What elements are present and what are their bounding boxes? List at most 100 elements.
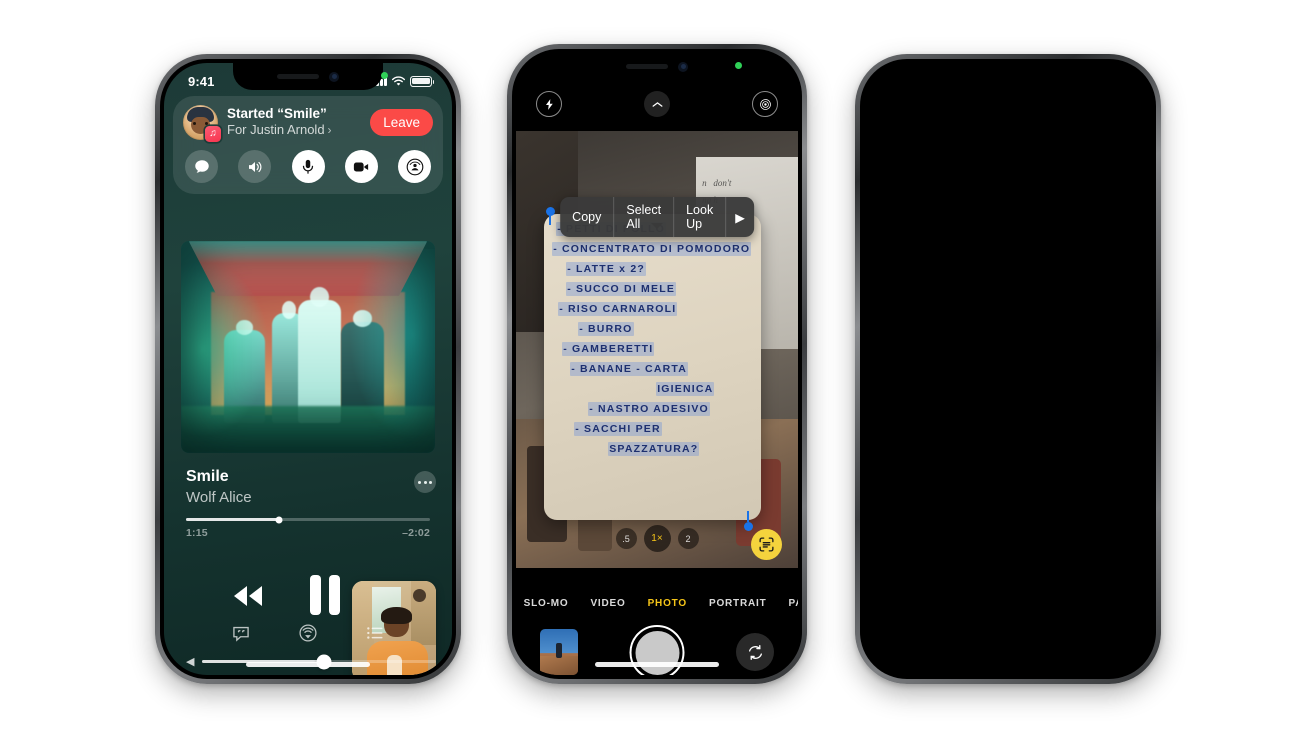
speaker-button[interactable] bbox=[238, 150, 272, 183]
more-options-button[interactable] bbox=[414, 471, 436, 493]
shareplay-button[interactable] bbox=[398, 150, 431, 183]
pause-button[interactable] bbox=[310, 575, 340, 615]
mode-portrait[interactable]: PORTRAIT bbox=[709, 598, 767, 609]
live-text-button[interactable] bbox=[751, 529, 782, 560]
facetime-screen: 9:41 ♫ Started “Smile” For Justin Arnold… bbox=[164, 63, 452, 675]
status-time: 9:41 bbox=[188, 73, 215, 89]
chevron-right-icon: › bbox=[327, 123, 332, 138]
note-line: IGIENICA bbox=[656, 382, 715, 397]
volume-low-icon: ◀ bbox=[186, 656, 195, 668]
flip-camera-button[interactable] bbox=[736, 633, 774, 671]
menu-item-copy[interactable]: Copy bbox=[560, 197, 615, 237]
note-line: SPAZZATURA? bbox=[608, 442, 700, 457]
home-indicator[interactable] bbox=[246, 662, 370, 667]
elapsed-time: 1:15 bbox=[186, 527, 208, 539]
queue-tab[interactable] bbox=[365, 623, 385, 643]
front-camera-icon bbox=[329, 71, 339, 82]
phone-lock-screen: 9:41 Monday, June 7 9:30 AM Your Morning… bbox=[855, 54, 1161, 684]
live-photo-icon bbox=[759, 98, 771, 110]
phone-body: 9:41 Monday, June 7 9:30 AM Your Morning… bbox=[860, 59, 1156, 679]
speaker-grille-icon bbox=[277, 74, 319, 79]
list-icon bbox=[366, 627, 383, 639]
shareplay-subtitle: For Justin Arnold bbox=[227, 122, 325, 138]
wifi-icon bbox=[391, 75, 406, 85]
context-menu-arrow bbox=[651, 223, 663, 229]
song-title: Smile bbox=[186, 468, 229, 485]
mode-pano[interactable]: PANO bbox=[788, 598, 798, 609]
remaining-time: –2:02 bbox=[402, 527, 430, 539]
camera-screen: n don'tng hnyon? - PETTI DI POLLO - CONC… bbox=[516, 53, 798, 675]
zoom-option-active[interactable]: 1× bbox=[643, 525, 671, 552]
now-playing-titles: Smile Wolf Alice bbox=[186, 467, 414, 508]
flash-icon bbox=[545, 98, 553, 110]
shareplay-banner[interactable]: ♫ Started “Smile” For Justin Arnold › Le… bbox=[173, 96, 443, 194]
front-camera-icon bbox=[678, 61, 688, 72]
airplay-tab[interactable] bbox=[298, 623, 318, 643]
note-line: - BANANE - CARTA bbox=[570, 362, 689, 377]
scrubber-track[interactable] bbox=[186, 516, 430, 523]
airplay-icon bbox=[299, 624, 317, 642]
flip-camera-icon bbox=[748, 644, 762, 660]
menu-item-next-arrow[interactable]: ▶ bbox=[726, 197, 754, 237]
speaker-icon bbox=[248, 161, 262, 172]
shutter-button[interactable] bbox=[629, 625, 685, 675]
mode-photo[interactable]: PHOTO bbox=[648, 598, 687, 609]
mute-button[interactable] bbox=[291, 150, 325, 183]
shareplay-title: Started “Smile” bbox=[227, 105, 327, 121]
notch bbox=[233, 63, 383, 90]
note-line: - GAMBERETTI bbox=[562, 342, 655, 357]
menu-item-look-up[interactable]: Look Up bbox=[674, 197, 727, 237]
phone-body: n don'tng hnyon? - PETTI DI POLLO - CONC… bbox=[512, 49, 802, 679]
messages-button[interactable] bbox=[185, 150, 218, 183]
shareplay-icon bbox=[406, 158, 423, 175]
battery-icon bbox=[410, 75, 435, 87]
chevron-up-icon bbox=[652, 101, 662, 107]
note-line: - CONCENTRATO DI POMODORO bbox=[552, 242, 752, 257]
recording-indicator-dot bbox=[381, 72, 388, 79]
lyrics-icon bbox=[233, 626, 250, 642]
video-camera-icon bbox=[354, 162, 369, 171]
playback-scrubber[interactable]: 1:15 –2:02 bbox=[186, 516, 430, 539]
live-photo-button[interactable] bbox=[752, 91, 778, 117]
zoom-option[interactable]: .5 bbox=[615, 528, 637, 549]
avatar: ♫ bbox=[183, 105, 221, 142]
shareplay-subtitle-row[interactable]: For Justin Arnold › bbox=[227, 122, 361, 139]
note-line: - BURRO bbox=[578, 322, 634, 337]
phone-facetime: 9:41 ♫ Started “Smile” For Justin Arnold… bbox=[155, 54, 461, 684]
photo-thumbnail-button[interactable] bbox=[540, 629, 578, 675]
note-line: - SACCHI PER bbox=[574, 422, 662, 437]
leave-button[interactable]: Leave bbox=[370, 109, 433, 136]
artist-name: Wolf Alice bbox=[186, 489, 252, 506]
note-line: - SUCCO DI MELE bbox=[566, 282, 677, 297]
live-text-icon bbox=[759, 537, 774, 552]
mode-slo-mo[interactable]: SLO-MO bbox=[524, 598, 569, 609]
handwritten-note[interactable]: - PETTI DI POLLO - CONCENTRATO DI POMODO… bbox=[544, 214, 762, 520]
menu-item-select-all[interactable]: Select All bbox=[614, 197, 675, 237]
shareplay-banner-row: ♫ Started “Smile” For Justin Arnold › Le… bbox=[183, 105, 433, 142]
avatar-eyes bbox=[193, 122, 208, 125]
text-context-menu: Copy Select All Look Up ▶ bbox=[560, 197, 754, 237]
camera-in-use-dot bbox=[735, 62, 742, 69]
note-line: - RISO CARNAROLI bbox=[558, 302, 678, 317]
notch bbox=[582, 53, 732, 80]
scrubber-fill bbox=[186, 518, 279, 521]
rewind-button[interactable] bbox=[228, 581, 268, 611]
scrubber-knob[interactable] bbox=[275, 516, 283, 523]
now-playing-header: Smile Wolf Alice bbox=[186, 467, 436, 508]
note-line: - LATTE x 2? bbox=[566, 262, 646, 277]
zoom-option[interactable]: 2 bbox=[677, 528, 699, 549]
microphone-icon bbox=[302, 159, 314, 174]
flash-button[interactable] bbox=[536, 91, 562, 117]
music-note-icon: ♫ bbox=[205, 126, 221, 142]
phone-camera: n don'tng hnyon? - PETTI DI POLLO - CONC… bbox=[507, 44, 807, 684]
camera-top-controls bbox=[516, 85, 798, 123]
home-indicator[interactable] bbox=[595, 662, 719, 667]
lyrics-tab[interactable] bbox=[231, 623, 251, 643]
expand-controls-button[interactable] bbox=[644, 91, 670, 117]
scrubber-times: 1:15 –2:02 bbox=[186, 527, 430, 539]
mode-video[interactable]: VIDEO bbox=[590, 598, 625, 609]
phone-body: 9:41 ♫ Started “Smile” For Justin Arnold… bbox=[160, 59, 456, 679]
video-button[interactable] bbox=[344, 150, 378, 183]
shareplay-texts: Started “Smile” For Justin Arnold › bbox=[227, 106, 361, 140]
screenshot-canvas: 9:41 ♫ Started “Smile” For Justin Arnold… bbox=[0, 0, 1312, 738]
